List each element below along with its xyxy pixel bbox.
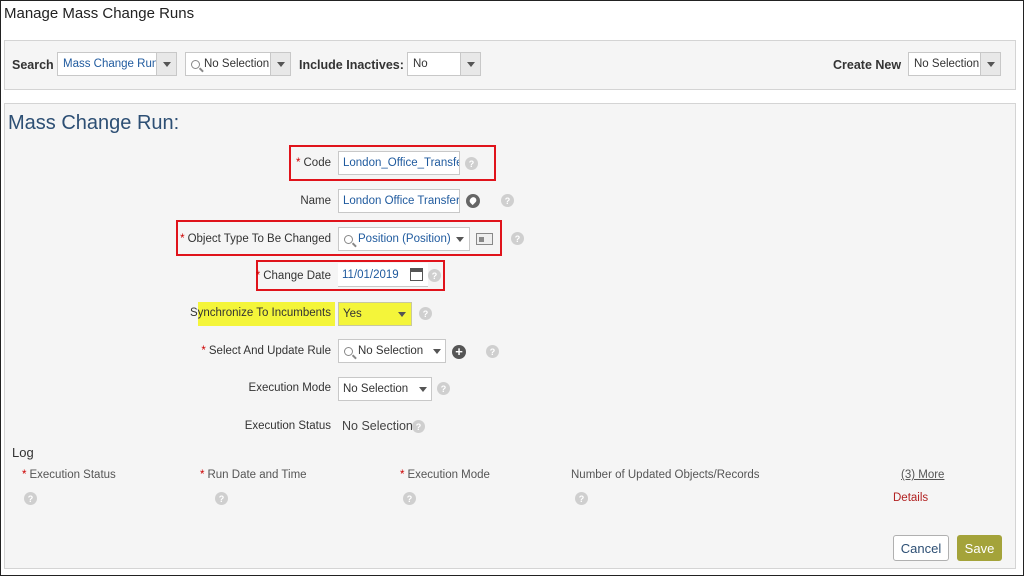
search-label: Search	[12, 58, 54, 72]
help-icon[interactable]: ?	[575, 492, 588, 505]
chevron-down-icon[interactable]	[980, 53, 1000, 75]
rule-label: * Select And Update Rule	[201, 345, 331, 357]
exec-mode-label: Execution Mode	[248, 382, 331, 394]
help-icon[interactable]: ?	[412, 420, 425, 433]
help-icon[interactable]: ?	[511, 232, 524, 245]
chevron-down-icon[interactable]	[270, 53, 290, 75]
name-field[interactable]: London Office Transfer	[338, 189, 460, 213]
add-icon[interactable]: +	[452, 345, 466, 359]
name-label: Name	[300, 195, 331, 207]
help-icon[interactable]: ?	[437, 382, 450, 395]
mass-change-panel	[4, 103, 1016, 569]
log-col-execution-mode: * Execution Mode	[400, 469, 490, 481]
chevron-down-icon[interactable]	[415, 386, 431, 392]
code-field[interactable]: London_Office_Transfer	[338, 151, 460, 175]
exec-mode-value: No Selection	[343, 383, 409, 395]
chevron-down-icon[interactable]	[460, 53, 480, 75]
chevron-down-icon[interactable]	[429, 348, 445, 354]
sync-select[interactable]: Yes	[338, 302, 412, 326]
log-col-updated-objects: Number of Updated Objects/Records	[571, 469, 760, 481]
sync-value: Yes	[343, 308, 362, 320]
help-icon[interactable]: ?	[403, 492, 416, 505]
help-icon[interactable]: ?	[465, 157, 478, 170]
rule-value: No Selection	[358, 345, 424, 357]
card-icon[interactable]	[476, 233, 493, 245]
log-col-run-date: * Run Date and Time	[200, 469, 307, 481]
section-title: Mass Change Run:	[8, 112, 180, 134]
search-icon	[344, 234, 353, 244]
include-inactives-value: No	[413, 58, 428, 70]
search-type-select[interactable]: Mass Change Run	[57, 52, 177, 76]
search-value: No Selection	[204, 58, 270, 70]
code-label: * Code	[296, 157, 331, 169]
object-type-select[interactable]: Position (Position)	[338, 227, 470, 251]
code-value: London_Office_Transfer	[343, 157, 459, 169]
help-icon[interactable]: ?	[215, 492, 228, 505]
details-link[interactable]: Details	[893, 492, 928, 504]
object-type-value: Position (Position)	[358, 233, 451, 245]
search-icon	[344, 346, 353, 356]
rule-select[interactable]: No Selection	[338, 339, 446, 363]
help-icon[interactable]: ?	[419, 307, 432, 320]
create-new-select[interactable]: No Selection	[908, 52, 1001, 76]
help-icon[interactable]: ?	[24, 492, 37, 505]
help-icon[interactable]: ?	[501, 194, 514, 207]
create-new-label: Create New	[833, 58, 902, 72]
search-type-value: Mass Change Run	[63, 58, 156, 70]
search-input[interactable]: No Selection	[185, 52, 291, 76]
globe-icon-shape	[468, 195, 478, 206]
more-link[interactable]: (3) More	[901, 469, 944, 481]
calendar-icon[interactable]	[410, 268, 423, 281]
include-inactives-select[interactable]: No	[407, 52, 481, 76]
cancel-button[interactable]: Cancel	[893, 535, 949, 561]
exec-mode-select[interactable]: No Selection	[338, 377, 432, 401]
object-type-label: * Object Type To Be Changed	[180, 233, 331, 245]
create-new-value: No Selection	[914, 58, 980, 70]
help-icon[interactable]: ?	[428, 269, 441, 282]
name-value: London Office Transfer	[343, 195, 459, 207]
include-inactives-label: Include Inactives:	[299, 58, 404, 72]
change-date-label: * Change Date	[255, 270, 331, 282]
search-icon	[191, 59, 200, 69]
chevron-down-icon[interactable]	[156, 53, 176, 75]
chevron-down-icon[interactable]	[451, 236, 469, 242]
exec-status-label: Execution Status	[244, 420, 331, 432]
sync-label: Synchronize To Incumbents	[189, 307, 331, 319]
chevron-down-icon[interactable]	[393, 311, 411, 317]
help-icon[interactable]: ?	[486, 345, 499, 358]
save-button[interactable]: Save	[957, 535, 1002, 561]
log-col-execution-status: * Execution Status	[22, 469, 116, 481]
page-title: Manage Mass Change Runs	[4, 5, 195, 22]
exec-status-value: No Selection	[342, 419, 413, 433]
log-title: Log	[12, 445, 34, 460]
card-icon-shape	[479, 237, 484, 242]
globe-icon[interactable]	[466, 194, 480, 208]
